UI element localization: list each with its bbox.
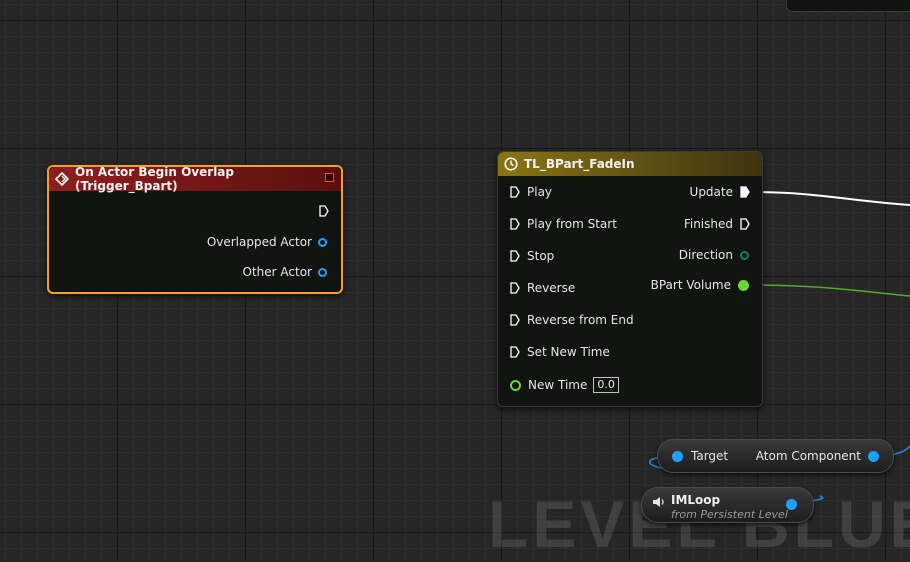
speaker-icon: [652, 494, 666, 508]
exec-pin-icon[interactable]: [510, 186, 520, 198]
float-pin-icon[interactable]: [738, 279, 749, 291]
pin-play-from-start[interactable]: Play from Start: [510, 217, 617, 231]
float-pin-icon[interactable]: [510, 379, 521, 391]
pin-label: Atom Component: [755, 449, 861, 463]
event-node-title: On Actor Begin Overlap (Trigger_Bpart): [75, 165, 234, 193]
object-pin-icon[interactable]: [318, 267, 327, 277]
exec-pin-icon[interactable]: [740, 218, 750, 230]
event-node-header[interactable]: On Actor Begin Overlap (Trigger_Bpart): [49, 165, 341, 193]
pin-other-actor[interactable]: Other Actor: [243, 265, 327, 279]
pin-atom-component[interactable]: Atom Component: [756, 449, 879, 463]
timeline-node-tl-bpart-fadein[interactable]: TL_BPart_FadeIn Play Play from Start Sto…: [497, 151, 763, 407]
pin-target[interactable]: Target: [672, 449, 728, 463]
exec-pin-icon[interactable]: [319, 205, 329, 217]
clock-icon: [504, 157, 518, 171]
timeline-node-title: TL_BPart_FadeIn: [524, 157, 635, 171]
event-diamond-icon: [54, 171, 70, 187]
pin-reverse[interactable]: Reverse: [510, 281, 575, 295]
pin-update[interactable]: Update: [690, 185, 750, 199]
pin-set-new-time[interactable]: Set New Time: [510, 345, 610, 359]
pin-direction[interactable]: Direction: [679, 248, 749, 262]
float-wire-bpart-volume[interactable]: [744, 284, 910, 297]
pin-stop[interactable]: Stop: [510, 249, 554, 263]
imloop-subtitle: from Persistent Level: [671, 508, 788, 521]
object-pin-icon[interactable]: [786, 499, 797, 510]
pin-bpart-volume[interactable]: BPart Volume: [651, 278, 749, 292]
exec-wire-update[interactable]: [746, 191, 910, 206]
atom-component-node[interactable]: Target Atom Component: [657, 439, 894, 473]
event-node-on-actor-begin-overlap[interactable]: On Actor Begin Overlap (Trigger_Bpart) O…: [47, 165, 343, 294]
pin-label: Reverse: [527, 281, 576, 295]
pin-label: New Time: [528, 378, 588, 392]
timeline-node-header[interactable]: TL_BPart_FadeIn: [498, 152, 762, 176]
object-pin-icon[interactable]: [672, 450, 683, 462]
exec-pin-icon[interactable]: [510, 314, 520, 326]
pin-new-time[interactable]: New Time 0.0: [510, 377, 619, 393]
imloop-variable-node[interactable]: IMLoop from Persistent Level: [641, 487, 814, 523]
pin-label: Play from Start: [527, 217, 617, 231]
pin-label: Stop: [527, 249, 555, 263]
pin-label: Target: [691, 449, 729, 463]
object-pin-icon[interactable]: [318, 237, 327, 247]
pin-label: Set New Time: [527, 345, 610, 359]
event-exec-output[interactable]: [319, 205, 329, 217]
exec-pin-icon[interactable]: [510, 250, 520, 262]
pin-label: Update: [689, 185, 733, 199]
pin-label: Reverse from End: [527, 313, 634, 327]
pin-label: BPart Volume: [650, 278, 731, 292]
pin-label: Finished: [683, 217, 733, 231]
exec-pin-icon[interactable]: [740, 186, 750, 198]
pin-label: Overlapped Actor: [206, 235, 312, 249]
pin-label: Other Actor: [242, 265, 312, 279]
exec-pin-icon[interactable]: [510, 282, 520, 294]
imloop-title: IMLoop: [671, 493, 721, 507]
exec-pin-icon[interactable]: [510, 218, 520, 230]
pin-finished[interactable]: Finished: [684, 217, 750, 231]
object-pin-icon[interactable]: [868, 450, 879, 462]
pin-label: Direction: [678, 248, 733, 262]
enum-pin-icon[interactable]: [740, 250, 749, 260]
pin-overlapped-actor[interactable]: Overlapped Actor: [207, 235, 327, 249]
event-delegate-pin[interactable]: [325, 173, 334, 182]
pin-reverse-from-end[interactable]: Reverse from End: [510, 313, 634, 327]
new-time-value-input[interactable]: 0.0: [593, 377, 619, 393]
pin-play[interactable]: Play: [510, 185, 552, 199]
pin-label: Play: [527, 185, 553, 199]
exec-pin-icon[interactable]: [510, 346, 520, 358]
